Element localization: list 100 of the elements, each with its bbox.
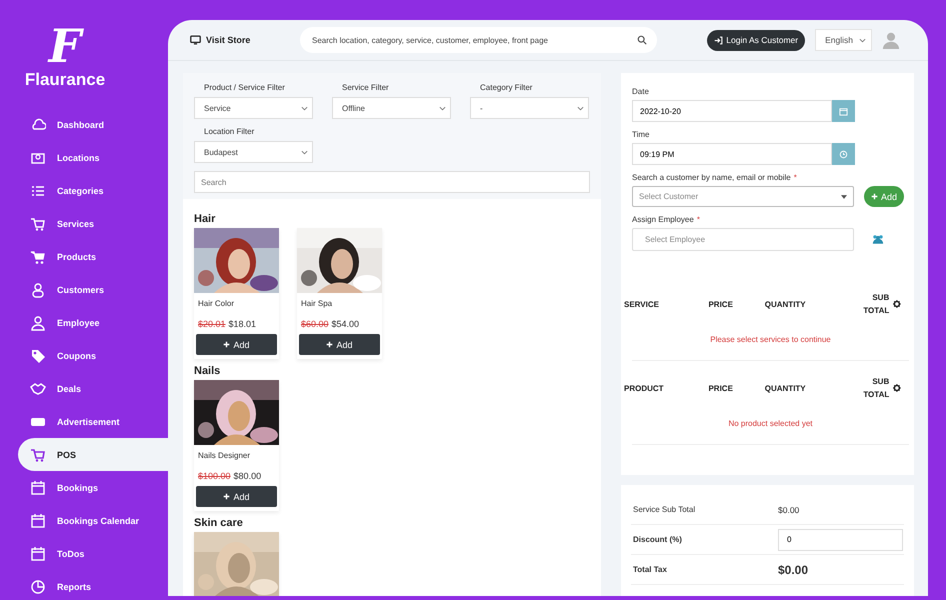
sidebar-item[interactable]: Coupons [18,339,168,372]
sidebar-item[interactable]: ToDos [18,537,168,570]
users-icon[interactable] [872,234,884,245]
column-header: PRODUCT [624,384,665,392]
category-title: Skin care [194,517,244,529]
employee-label: Assign Employee [632,215,694,224]
brand-name: Flaurance [24,70,106,90]
chevron-down-icon [301,150,308,154]
customer-label: Search a customer by name, email or mobile [632,173,791,182]
product-name: Nails Designer [197,450,252,460]
column-header: PRICE [708,384,734,392]
calendar-icon [30,512,46,528]
required-mark: * [696,215,700,224]
sidebar-item[interactable]: Categories [18,174,168,207]
login-as-customer-button[interactable]: Login As Customer [707,30,806,50]
filter-label: Service Filter [341,83,390,92]
filter-select[interactable]: - [470,97,589,119]
filter-select[interactable]: Offline [332,97,451,119]
plus-icon [326,341,334,348]
sidebar-item[interactable]: Advertisement [18,405,168,438]
old-price: $20.01 [198,319,226,329]
total-value: $0.00 [778,504,800,514]
time-label: Time [632,130,650,139]
cart-icon [30,248,46,264]
product-name: Hair Spa [300,298,334,308]
language-select[interactable]: English [815,29,872,51]
customer-select[interactable]: Select Customer [632,186,854,207]
sidebar-item[interactable]: Products [18,240,168,273]
plus-icon [223,341,230,348]
time-field[interactable]: 09:19 PM [632,143,832,165]
total-label: Discount (%) [632,535,683,544]
pie-chart-icon [30,578,46,594]
empty-message: No product selected yet [728,419,813,428]
employee-select[interactable]: Select Employee [632,228,854,251]
sidebar-item[interactable]: Deals [18,372,168,405]
search-field[interactable]: Search location, category, service, customer, employee, front page [300,27,657,53]
search-field[interactable]: Search [194,171,590,193]
user-icon [30,282,46,298]
filter-label: Category Filter [479,83,534,92]
chevron-down-icon [859,38,866,42]
cloud-icon [30,116,46,132]
caret-icon [841,194,847,198]
cart-icon [30,216,46,232]
sidebar-item[interactable]: Locations [18,141,168,174]
category-title: Hair [194,213,216,225]
empty-message: Please select services to continue [710,335,831,344]
sidebar-item[interactable]: Bookings [18,471,168,504]
price: $54.00 [332,319,360,329]
monitor-icon [190,35,201,45]
price: $18.01 [228,319,256,329]
sidebar-item[interactable]: Services [18,207,168,240]
total-label: Service Sub Total [632,505,696,514]
filter-label: Product / Service Filter [203,83,286,92]
sign-in-icon [714,36,724,44]
avatar-icon[interactable] [882,31,900,49]
total-value: $0.00 [778,562,808,576]
sidebar-item[interactable]: Reports [18,570,168,600]
visit-store-link[interactable]: Visit Store [190,35,290,45]
add-button[interactable]: Add [196,486,277,507]
user-icon [30,314,46,330]
price: $80.00 [234,471,262,481]
clock-button[interactable] [832,143,855,165]
date-label: Date [632,87,650,96]
add-button[interactable]: Add [196,334,277,355]
filter-label: Location Filter [203,127,256,136]
plus-icon [223,493,230,500]
discount-field[interactable]: 0 [778,528,903,550]
sidebar-item[interactable]: Dashboard [18,108,168,141]
filter-select[interactable]: Service [194,97,313,119]
chevron-down-icon [439,106,446,110]
column-header: SERVICE [624,300,660,308]
sidebar-item[interactable]: Customers [18,273,168,306]
column-header: SUB TOTAL [862,376,890,401]
sidebar-item[interactable]: Bookings Calendar [18,504,168,537]
old-price: $60.00 [301,319,329,329]
column-header: QUANTITY [764,300,807,308]
calendar-icon [30,480,46,496]
add-button[interactable]: Add [299,334,380,355]
plus-icon [871,193,878,200]
filter-select[interactable]: Budapest [194,141,313,163]
required-mark: * [794,173,797,182]
settings-icon[interactable] [893,384,901,392]
calendar-icon [30,546,46,562]
category-title: Nails [194,365,222,377]
column-header: QUANTITY [764,384,807,392]
total-label: Total Tax [632,565,668,574]
chevron-down-icon [301,106,308,110]
calendar-button[interactable] [832,100,855,122]
date-field[interactable]: 2022-10-20 [632,100,832,122]
calendar-icon [839,106,848,116]
chevron-down-icon [577,106,584,110]
old-price: $100.00 [198,471,231,481]
column-header: SUB TOTAL [862,292,890,317]
sidebar-item[interactable]: POS [18,438,168,471]
add-customer-button[interactable]: Add [864,186,904,207]
column-header: PRICE [708,300,734,308]
sidebar-item[interactable]: Employee [18,306,168,339]
cart-icon [30,446,46,462]
product-name: Hair Color [197,298,236,308]
settings-icon[interactable] [893,300,901,308]
